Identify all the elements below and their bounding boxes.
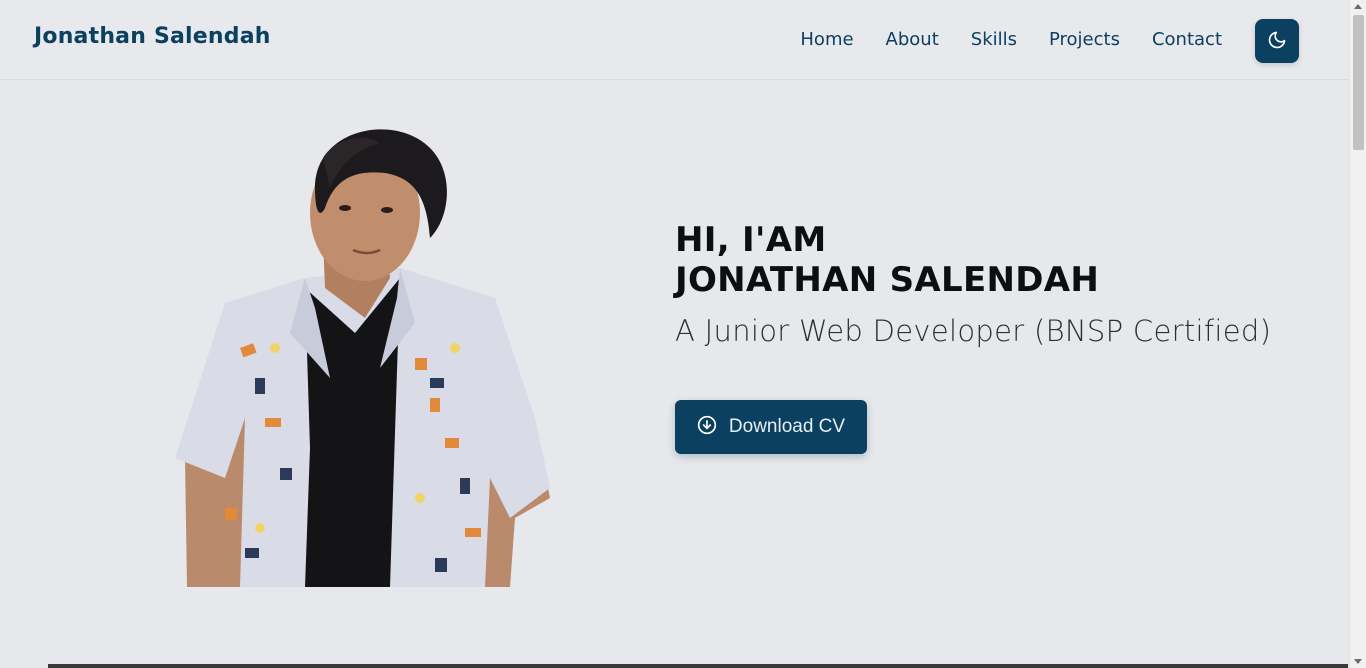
download-cv-button[interactable]: Download CV	[675, 400, 867, 454]
download-circle-icon	[697, 415, 717, 440]
scroll-thumb[interactable]	[1353, 15, 1364, 150]
navbar: Jonathan Salendah Home About Skills Proj…	[0, 0, 1349, 80]
profile-photo	[165, 118, 555, 587]
nav-links: Home About Skills Projects Contact	[800, 29, 1222, 50]
moon-icon	[1267, 30, 1287, 53]
page-scrollbar[interactable]	[1349, 0, 1366, 668]
hero-name: JONATHAN SALENDAH	[675, 260, 1100, 300]
brand-logo[interactable]: Jonathan Salendah	[34, 24, 271, 49]
page: Jonathan Salendah Home About Skills Proj…	[0, 0, 1366, 668]
theme-toggle-button[interactable]	[1255, 19, 1299, 63]
nav-link-contact[interactable]: Contact	[1152, 29, 1222, 50]
nav-link-about[interactable]: About	[886, 29, 939, 50]
divider	[48, 664, 1348, 668]
nav-link-projects[interactable]: Projects	[1049, 29, 1120, 50]
scroll-up-arrow[interactable]	[1354, 4, 1362, 9]
nav-link-home[interactable]: Home	[800, 29, 853, 50]
hero-text: HI, I'AM JONATHAN SALENDAH A Junior Web …	[675, 220, 1271, 348]
scroll-down-arrow[interactable]	[1354, 659, 1362, 664]
hero-role: A Junior Web Developer (BNSP Certified)	[675, 314, 1272, 348]
download-cv-label: Download CV	[728, 416, 846, 437]
nav-link-skills[interactable]: Skills	[971, 29, 1017, 50]
hero-greeting: HI, I'AM	[675, 220, 827, 260]
